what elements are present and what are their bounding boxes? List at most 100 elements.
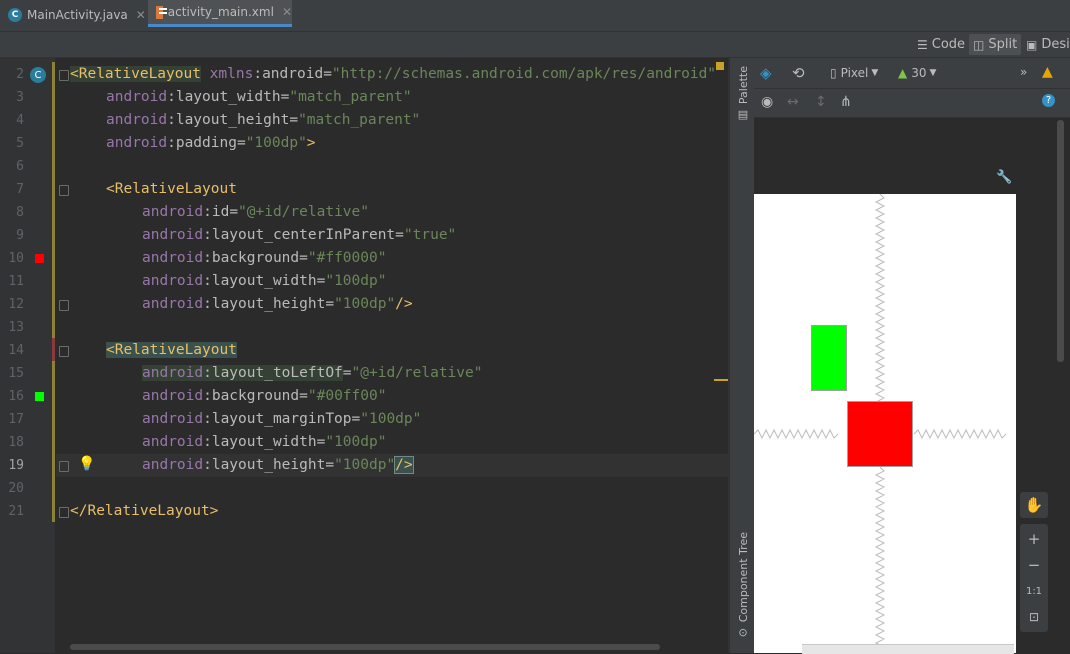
close-icon[interactable]: ✕ (136, 8, 146, 22)
line-number: 8 (16, 205, 24, 220)
line-number: 4 (16, 113, 24, 128)
overflow-chevron-icon[interactable]: » (1020, 65, 1027, 79)
eye-icon[interactable]: ◉ (761, 94, 773, 110)
code-line[interactable]: android:layout_width="100dp" (142, 431, 386, 454)
code-line[interactable]: android:layout_marginTop="100dp" (142, 408, 421, 431)
line-number: 12 (8, 297, 24, 312)
line-number: 6 (16, 159, 24, 174)
component-tree-tab[interactable]: Component Tree ⊙ (733, 532, 753, 644)
line-number: 3 (16, 90, 24, 105)
palette-icon: ▤ (737, 108, 749, 122)
tab-mainactivity-java[interactable]: C MainActivity.java ✕ (8, 0, 148, 30)
fold-toggle-icon[interactable] (59, 346, 69, 357)
line-number: 21 (8, 504, 24, 519)
line-number: 19 (8, 458, 24, 473)
editor-mode-toolbar (0, 32, 1070, 58)
code-view-icon: ☰ (917, 37, 928, 52)
code-line[interactable]: android:layout_toLeftOf="@+id/relative" (142, 362, 482, 385)
green-relative-layout[interactable] (811, 325, 847, 391)
code-line[interactable]: </RelativeLayout> (70, 500, 218, 523)
class-icon[interactable]: C (30, 67, 46, 83)
image-icon: ▣ (1026, 37, 1038, 52)
color-swatch-green[interactable] (35, 392, 44, 401)
code-line[interactable]: android:layout_width="100dp" (142, 270, 386, 293)
split-mode-button[interactable]: ◫ Split (969, 34, 1022, 55)
lightbulb-icon[interactable]: 💡 (78, 456, 95, 472)
xml-file-icon (156, 5, 167, 19)
horizontal-scrollbar[interactable] (70, 644, 660, 650)
fold-toggle-icon[interactable] (59, 300, 69, 311)
constraint-right (913, 428, 1007, 440)
line-number: 20 (8, 481, 24, 496)
help-icon[interactable]: ? (1042, 94, 1055, 107)
orientation-icon[interactable]: ⟲ (792, 64, 805, 82)
error-stripe-mark[interactable] (714, 379, 728, 381)
code-line[interactable]: android:background="#ff0000" (142, 247, 386, 270)
code-mode-button[interactable]: ☰ Code (913, 34, 969, 55)
code-line[interactable]: android:padding="100dp"> (106, 132, 316, 155)
horizontal-arrows-icon[interactable]: ↔ (787, 94, 799, 110)
line-number: 7 (16, 182, 24, 197)
code-line[interactable]: android:layout_height="100dp"/> (142, 454, 414, 477)
code-line[interactable]: android:layout_width="match_parent" (106, 86, 412, 109)
line-number: 2 (16, 67, 24, 82)
tree-icon: ⊙ (738, 626, 748, 640)
chevron-down-icon: ▼ (929, 68, 937, 78)
class-icon: C (8, 8, 22, 22)
line-number: 18 (8, 435, 24, 450)
android-icon: ▲ (898, 66, 908, 80)
code-line[interactable]: android:background="#00ff00" (142, 385, 386, 408)
line-number: 14 (8, 343, 24, 358)
code-line[interactable]: android:id="@+id/relative" (142, 201, 369, 224)
zoom-in-icon[interactable]: + (1020, 526, 1048, 552)
phone-icon: ▯ (830, 66, 837, 80)
line-number: 15 (8, 366, 24, 381)
fold-toggle-icon[interactable] (59, 70, 69, 81)
warning-icon[interactable]: ▲ (1042, 64, 1053, 80)
magnet-icon[interactable]: ⋔ (840, 94, 852, 110)
color-swatch-red[interactable] (35, 254, 44, 263)
vertical-arrows-icon[interactable]: ↕ (815, 94, 827, 110)
code-line[interactable]: <RelativeLayout (106, 178, 237, 201)
fold-toggle-icon[interactable] (59, 185, 69, 196)
design-mode-button[interactable]: ▣Design (1022, 34, 1070, 55)
tab-label: activity_main.xml (167, 5, 274, 19)
tab-label: MainActivity.java (27, 8, 128, 22)
fold-toggle-icon[interactable] (59, 507, 69, 518)
constraint-bottom (874, 466, 886, 652)
fold-toggle-icon[interactable] (59, 461, 69, 472)
constraint-left (754, 428, 839, 440)
change-marker (52, 338, 55, 361)
device-selector[interactable]: ▯ Pixel ▼ (830, 66, 878, 80)
pan-hand-icon[interactable]: ✋ (1020, 492, 1048, 518)
split-view-icon: ◫ (973, 37, 985, 52)
code-line[interactable]: android:layout_centerInParent="true" (142, 224, 456, 247)
zoom-fit-icon[interactable]: ⊡ (1020, 604, 1048, 630)
design-secondary-toolbar (754, 89, 1070, 118)
red-relative-layout[interactable] (847, 401, 913, 467)
code-line[interactable]: android:layout_height="match_parent" (106, 109, 420, 132)
line-number: 11 (8, 274, 24, 289)
zoom-actual-size-button[interactable]: 1:1 (1020, 578, 1048, 604)
api-level-selector[interactable]: ▲ 30 ▼ (898, 66, 936, 80)
layers-icon[interactable]: ◈ (760, 64, 772, 82)
code-line[interactable]: <RelativeLayout xmlns:android="http://sc… (70, 63, 716, 86)
scope-indicator (52, 62, 55, 522)
tab-activity-main-xml[interactable]: activity_main.xml ✕ (148, 0, 292, 27)
line-number: 9 (16, 228, 24, 243)
constraint-top (874, 194, 886, 427)
line-number: 13 (8, 320, 24, 335)
wrench-icon[interactable]: 🔧 (996, 170, 1012, 185)
code-line[interactable]: android:layout_height="100dp"/> (142, 293, 413, 316)
code-line[interactable]: <RelativeLayout (106, 339, 237, 362)
line-number: 16 (8, 389, 24, 404)
inspection-warning-marker[interactable] (716, 62, 724, 70)
line-number: 10 (8, 251, 24, 266)
close-icon[interactable]: ✕ (282, 5, 292, 19)
vertical-scrollbar-thumb[interactable] (1057, 120, 1064, 362)
line-number: 5 (16, 136, 24, 151)
line-number: 17 (8, 412, 24, 427)
zoom-out-icon[interactable]: − (1020, 552, 1048, 578)
chevron-down-icon: ▼ (871, 68, 879, 78)
palette-tab[interactable]: Palette ▤ (733, 66, 753, 124)
